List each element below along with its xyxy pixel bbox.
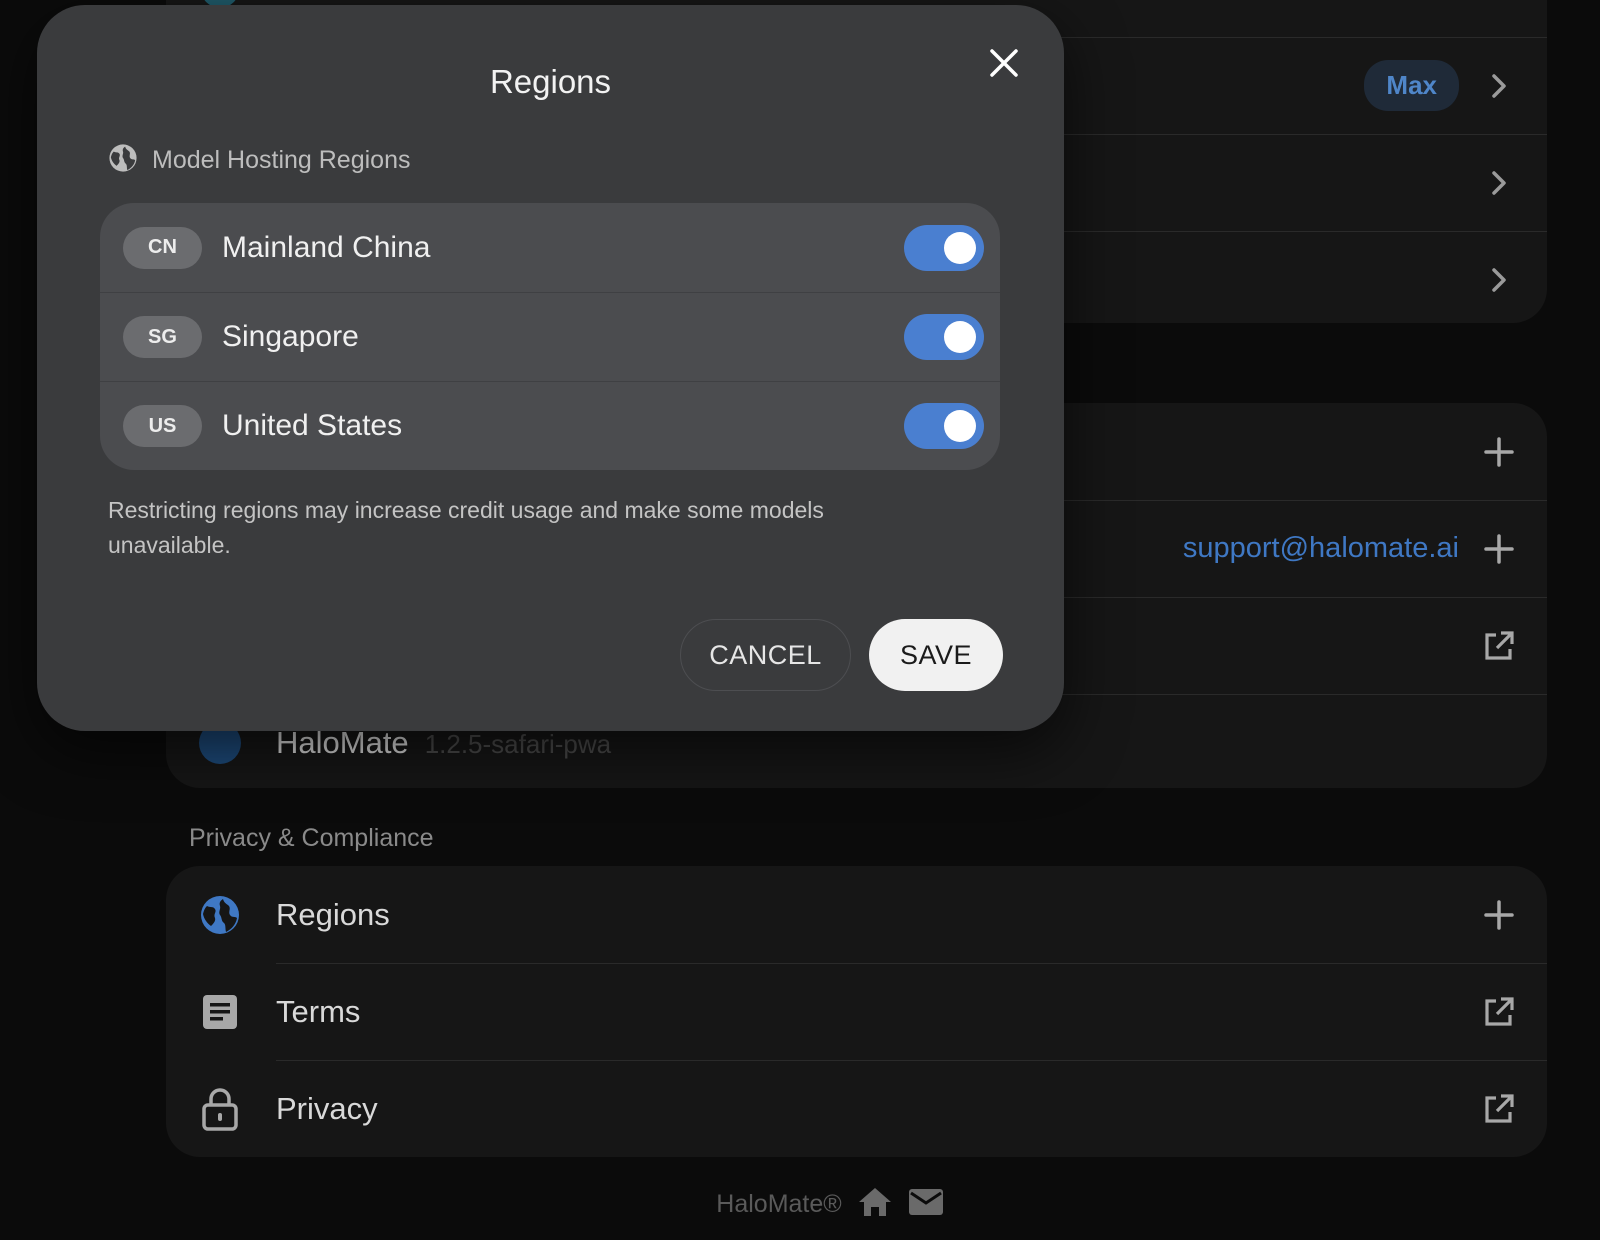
privacy-row-regions[interactable]: Regions bbox=[166, 866, 1547, 963]
plus-icon bbox=[1479, 432, 1519, 472]
region-row-sg: SG Singapore bbox=[100, 292, 1000, 381]
region-name: United States bbox=[222, 409, 403, 442]
privacy-row-terms[interactable]: Terms bbox=[166, 963, 1547, 1060]
cancel-button[interactable]: CANCEL bbox=[680, 619, 851, 691]
region-code-badge: CN bbox=[123, 226, 202, 269]
mail-icon[interactable] bbox=[908, 1188, 944, 1221]
region-name: Mainland China bbox=[222, 230, 431, 264]
chevron-right-icon bbox=[1479, 66, 1519, 106]
footer: HaloMate® bbox=[0, 1186, 1600, 1223]
home-icon[interactable] bbox=[858, 1186, 892, 1223]
lock-icon bbox=[198, 1087, 242, 1131]
privacy-card: Regions Terms Privacy bbox=[166, 866, 1547, 1157]
section-label: Model Hosting Regions bbox=[152, 146, 411, 174]
privacy-row-regions-label: Regions bbox=[276, 896, 390, 932]
toggle-knob bbox=[944, 321, 976, 353]
support-email-link[interactable]: support@halomate.ai bbox=[1183, 532, 1459, 565]
plus-icon bbox=[1479, 895, 1519, 935]
external-link-icon bbox=[1479, 992, 1519, 1032]
privacy-row-privacy[interactable]: Privacy bbox=[166, 1060, 1547, 1157]
regions-dialog: Regions Model Hosting Regions CN Mainlan… bbox=[37, 5, 1064, 731]
region-list: CN Mainland China SG Singapore US United… bbox=[100, 203, 1000, 470]
region-code-badge: SG bbox=[123, 316, 202, 358]
region-code-badge: US bbox=[123, 405, 202, 447]
toggle-knob bbox=[944, 231, 976, 264]
dialog-title: Regions bbox=[489, 63, 612, 100]
chevron-right-icon bbox=[1479, 260, 1519, 300]
plus-icon bbox=[1479, 529, 1519, 569]
region-row-cn: CN Mainland China bbox=[100, 203, 1000, 292]
region-toggle-sg[interactable] bbox=[904, 314, 984, 360]
section-header: Model Hosting Regions bbox=[108, 143, 410, 178]
globe-icon bbox=[108, 143, 138, 178]
globe-icon bbox=[198, 893, 242, 937]
restriction-note: Restricting regions may increase credit … bbox=[108, 497, 824, 558]
region-name: Singapore bbox=[222, 320, 359, 353]
external-link-icon bbox=[1479, 1089, 1519, 1129]
document-icon bbox=[198, 990, 242, 1034]
external-link-icon bbox=[1479, 626, 1519, 666]
close-button[interactable] bbox=[982, 43, 1026, 87]
app-version: 1.2.5-safari-pwa bbox=[424, 728, 612, 759]
save-button[interactable]: SAVE bbox=[869, 619, 1003, 691]
privacy-row-terms-label: Terms bbox=[276, 993, 361, 1029]
region-toggle-cn[interactable] bbox=[904, 224, 984, 271]
privacy-row-privacy-label: Privacy bbox=[276, 1090, 378, 1126]
toggle-knob bbox=[944, 410, 976, 442]
region-row-us: US United States bbox=[100, 381, 1000, 470]
chevron-right-icon bbox=[1479, 163, 1519, 203]
privacy-section-label: Privacy & Compliance bbox=[189, 824, 434, 852]
region-toggle-us[interactable] bbox=[904, 403, 984, 449]
close-icon bbox=[989, 48, 1019, 83]
footer-brand: HaloMate® bbox=[716, 1190, 842, 1218]
plan-badge: Max bbox=[1364, 60, 1459, 111]
